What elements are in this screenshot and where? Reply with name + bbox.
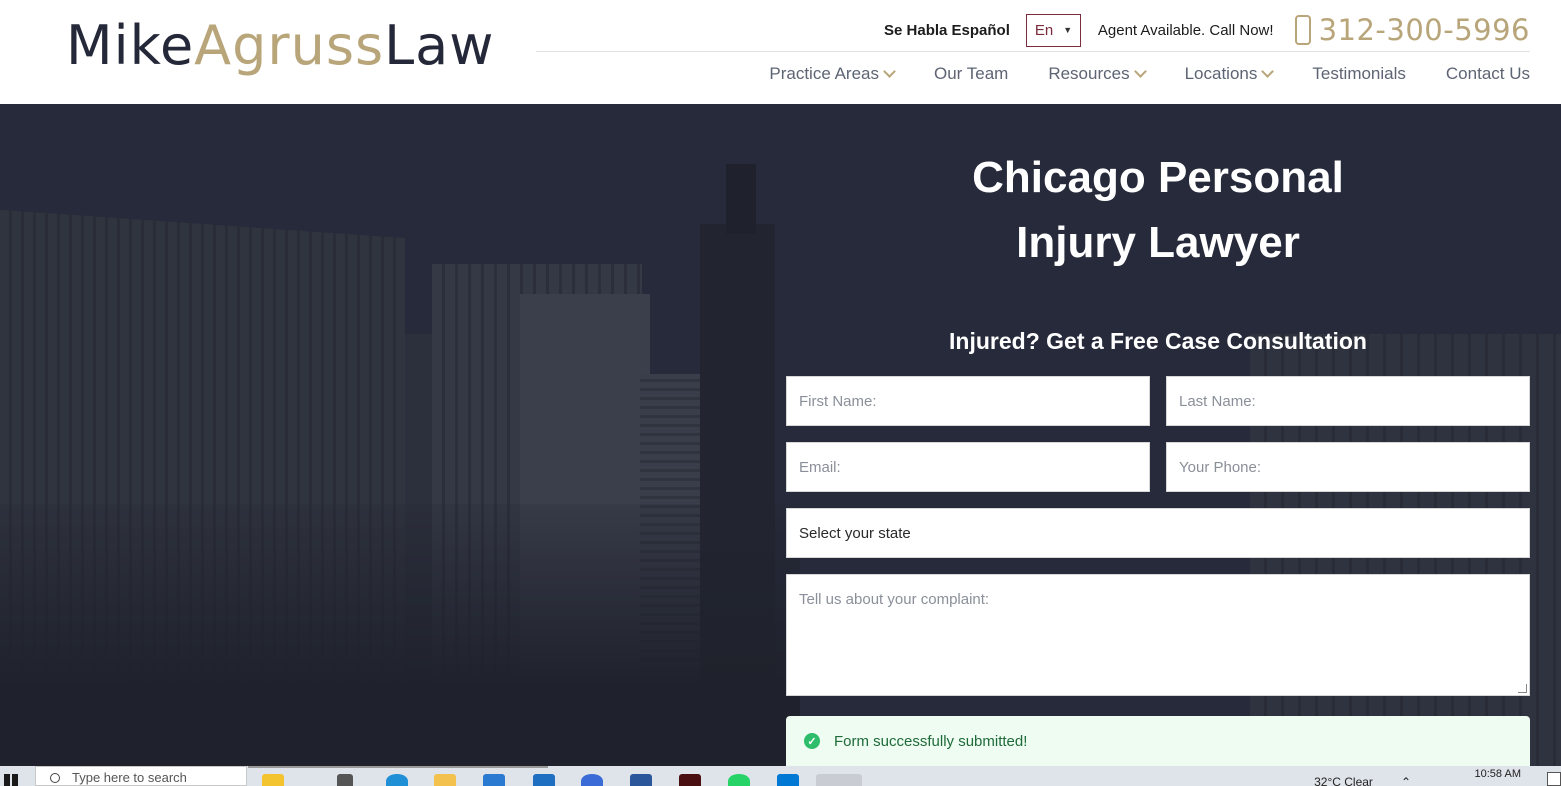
notification-icon[interactable] — [1547, 772, 1561, 786]
resize-handle-icon[interactable] — [1518, 684, 1527, 693]
skyline-tower-top — [726, 164, 756, 234]
form-heading: Injured? Get a Free Case Consultation — [949, 328, 1367, 354]
first-name-field[interactable]: First Name: — [786, 376, 1150, 426]
chrome-active-icon[interactable] — [816, 774, 862, 786]
nav-label: Locations — [1184, 64, 1258, 83]
nav-label: Contact Us — [1445, 64, 1530, 83]
state-select[interactable]: Select your state — [786, 508, 1530, 558]
phone-field[interactable]: Your Phone: — [1166, 442, 1530, 492]
email-placeholder: Email: — [799, 458, 841, 476]
main-nav: Practice Areas Our Team Resources Locati… — [769, 61, 1530, 87]
last-name-field[interactable]: Last Name: — [1166, 376, 1530, 426]
widgets-icon[interactable] — [262, 774, 284, 786]
logo-text-law: Law — [384, 14, 495, 77]
nav-label: Testimonials — [1312, 64, 1406, 83]
chevron-down-icon — [1133, 64, 1147, 78]
whatsapp-icon[interactable] — [728, 774, 750, 786]
first-name-placeholder: First Name: — [799, 392, 877, 410]
site-header: MikeAgrussLaw Se Habla Español En ▼ Agen… — [0, 0, 1561, 104]
header-topbar: Se Habla Español En ▼ Agent Available. C… — [884, 12, 1530, 48]
nav-label: Resources — [1048, 64, 1130, 83]
agent-available-label: Agent Available. Call Now! — [1097, 21, 1274, 39]
edge-browser-icon[interactable] — [386, 774, 408, 786]
skyline-shadow — [0, 504, 800, 766]
tray-chevron-up-icon[interactable]: ⌃ — [1401, 775, 1411, 786]
nav-practice-areas[interactable]: Practice Areas — [769, 64, 896, 84]
complaint-textarea[interactable]: Tell us about your complaint: — [786, 574, 1530, 696]
app-icon[interactable] — [581, 774, 603, 786]
logo-text-agruss: Agruss — [194, 14, 385, 77]
language-select[interactable]: En ▼ — [1025, 13, 1081, 47]
chevron-down-icon — [883, 64, 896, 78]
phone-icon — [1294, 15, 1311, 45]
success-alert: ✓ Form successfully submitted! — [786, 716, 1530, 766]
taskbar-divider — [248, 766, 548, 768]
nav-contact-us[interactable]: Contact Us — [1446, 64, 1530, 84]
illustrator-icon[interactable] — [679, 774, 701, 786]
word-icon[interactable] — [630, 774, 652, 786]
clock-time[interactable]: 10:58 AM — [1431, 768, 1521, 780]
nav-resources[interactable]: Resources — [1048, 64, 1147, 84]
windows-start-icon[interactable] — [4, 774, 18, 786]
spanish-spoken-label: Se Habla Español — [884, 21, 1010, 39]
os-taskbar: Type here to search 32°C Clear ⌃ 10:58 A… — [0, 766, 1561, 786]
logo-text-mike: Mike — [66, 14, 195, 77]
phone-placeholder: Your Phone: — [1179, 458, 1262, 476]
hero-title-line2: Injury Lawyer — [1016, 218, 1300, 267]
chevron-down-icon — [1261, 64, 1275, 78]
nav-testimonials[interactable]: Testimonials — [1312, 64, 1406, 84]
taskbar-search-placeholder: Type here to search — [72, 770, 187, 785]
email-field[interactable]: Email: — [786, 442, 1150, 492]
caret-down-icon: ▼ — [1063, 25, 1073, 35]
hero-title-box: Chicago Personal Injury Lawyer — [786, 104, 1530, 312]
hero-section: Chicago Personal Injury Lawyer Injured? … — [0, 104, 1561, 766]
check-circle-icon: ✓ — [804, 733, 820, 749]
phone-number-link[interactable]: 312-300-5996 — [1319, 13, 1530, 47]
last-name-placeholder: Last Name: — [1179, 392, 1256, 410]
file-explorer-icon[interactable] — [434, 774, 456, 786]
nav-label: Our Team — [933, 64, 1009, 83]
store-icon[interactable] — [483, 774, 505, 786]
header-divider — [536, 51, 1530, 52]
nav-our-team[interactable]: Our Team — [934, 64, 1008, 84]
hero-title-line1: Chicago Personal — [972, 153, 1344, 202]
weather-widget[interactable]: 32°C Clear — [1314, 775, 1373, 786]
site-logo[interactable]: MikeAgrussLaw — [66, 16, 494, 76]
search-icon — [50, 773, 60, 783]
nav-label: Practice Areas — [769, 64, 879, 83]
state-select-value: Select your state — [799, 524, 911, 542]
taskbar-search-input[interactable]: Type here to search — [35, 766, 247, 786]
vscode-icon[interactable] — [777, 774, 799, 786]
task-view-icon[interactable] — [337, 774, 353, 786]
system-tray: 32°C Clear ⌃ 10:58 AM — [1314, 766, 1521, 786]
complaint-placeholder: Tell us about your complaint: — [799, 591, 990, 608]
nav-locations[interactable]: Locations — [1184, 64, 1275, 84]
language-value: En — [1034, 21, 1054, 39]
success-message: Form successfully submitted! — [834, 732, 1028, 750]
mail-icon[interactable] — [533, 774, 555, 786]
